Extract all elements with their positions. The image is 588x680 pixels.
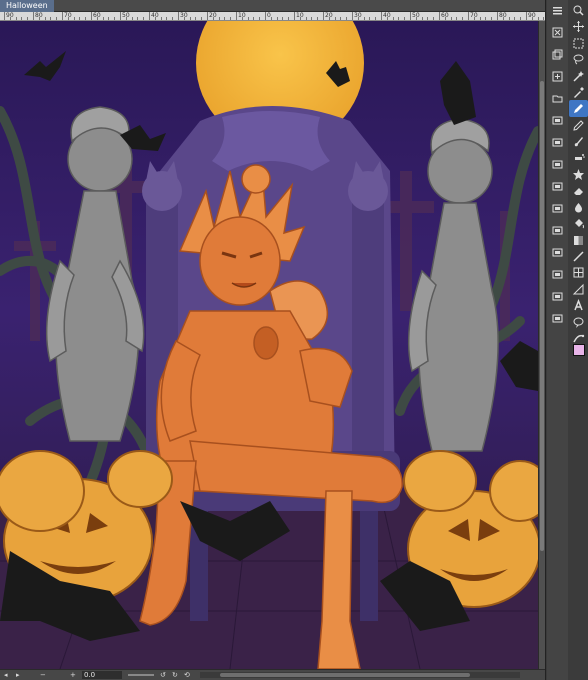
balloon-button[interactable] — [569, 314, 588, 331]
frame-button[interactable] — [569, 264, 588, 281]
decoration-icon — [573, 169, 584, 180]
new-layer-button[interactable] — [548, 68, 567, 85]
gradient-button[interactable] — [569, 232, 588, 249]
fill-icon — [575, 219, 584, 229]
layer-command-column — [547, 0, 568, 680]
layer-button[interactable] — [548, 200, 567, 217]
text-icon — [574, 299, 583, 311]
layer-icon — [552, 160, 563, 169]
layer-button[interactable] — [548, 244, 567, 261]
zoom-value-field[interactable]: 0.0 — [82, 671, 122, 679]
vertical-scrollbar-thumb[interactable] — [540, 81, 544, 551]
move-icon — [573, 21, 584, 33]
delete-layer-icon — [552, 27, 563, 38]
airbrush-icon — [575, 153, 585, 160]
eyedropper-icon — [574, 87, 584, 98]
halloween-artwork — [0, 21, 538, 669]
eyedropper-button[interactable] — [569, 84, 588, 101]
eraser-button[interactable] — [569, 182, 588, 199]
vertical-scrollbar[interactable] — [538, 21, 545, 669]
airbrush-button[interactable] — [569, 150, 588, 167]
zoom-icon — [573, 5, 584, 16]
balloon-icon — [573, 317, 584, 328]
paint-app-window: Halloween 90 80 70 60 50 40 30 20 10 0 10 20 30 40 50 6… — [0, 0, 588, 680]
layer-button[interactable] — [548, 222, 567, 239]
pencil-button[interactable] — [569, 117, 588, 134]
layer-button[interactable] — [548, 266, 567, 283]
layer-button[interactable] — [548, 310, 567, 327]
tool-palette — [545, 0, 588, 680]
eraser-icon — [574, 188, 583, 196]
horizontal-scrollbar-thumb[interactable] — [220, 673, 470, 677]
lasso-icon — [573, 54, 584, 65]
new-layer-icon — [552, 71, 563, 82]
layer-button[interactable] — [548, 288, 567, 305]
decoration-button[interactable] — [569, 166, 588, 183]
next-button[interactable]: ▸ — [16, 670, 20, 680]
layer-copy-button[interactable] — [548, 46, 567, 63]
layer-icon — [552, 116, 563, 125]
reset-rotation-button[interactable]: ⟲ — [184, 670, 190, 680]
ruler-button[interactable] — [569, 281, 588, 298]
layer-button[interactable] — [548, 134, 567, 151]
layer-icon — [552, 182, 563, 191]
status-bar: ◂ ▸ − + 0.0 ↺ ↻ ⟲ — [0, 669, 545, 680]
layer-button[interactable] — [548, 178, 567, 195]
layer-icon — [552, 248, 563, 257]
blend-icon — [575, 202, 582, 213]
rotate-left-button[interactable]: ↺ — [160, 670, 166, 680]
shape-icon — [573, 251, 584, 262]
lasso-button[interactable] — [569, 51, 588, 68]
zoom-out-button[interactable]: − — [40, 670, 46, 680]
layer-icon — [552, 226, 563, 235]
rotate-right-button[interactable]: ↻ — [172, 670, 178, 680]
shape-button[interactable] — [569, 248, 588, 265]
layer-icon — [552, 292, 563, 301]
delete-layer-button[interactable] — [548, 24, 567, 41]
zoom-slider[interactable] — [128, 674, 154, 676]
wand-icon — [573, 70, 584, 82]
select-icon — [573, 38, 584, 49]
layer-button[interactable] — [548, 156, 567, 173]
blend-button[interactable] — [569, 199, 588, 216]
brush-icon — [574, 137, 583, 147]
fill-button[interactable] — [569, 215, 588, 232]
menu-icon — [553, 7, 562, 15]
zoom-in-button[interactable]: + — [70, 670, 76, 680]
new-folder-button[interactable] — [548, 90, 567, 107]
zoom-button[interactable] — [569, 2, 588, 19]
drawing-canvas[interactable] — [0, 21, 538, 669]
pencil-icon — [573, 120, 584, 131]
layer-icon — [552, 204, 563, 213]
new-folder-icon — [552, 95, 563, 103]
layer-icon — [552, 314, 563, 323]
layer-button[interactable] — [548, 112, 567, 129]
ruler-icon — [572, 283, 584, 295]
select-button[interactable] — [569, 35, 588, 52]
menu-button[interactable] — [548, 2, 567, 19]
pen-tool-button[interactable] — [569, 100, 588, 118]
layer-icon — [552, 270, 563, 279]
main-color-swatch[interactable] — [573, 344, 585, 356]
pen-tool-icon — [574, 104, 583, 114]
document-tab-bar: Halloween — [0, 0, 545, 12]
prev-button[interactable]: ◂ — [4, 670, 8, 680]
gradient-icon — [574, 235, 583, 245]
document-tab[interactable]: Halloween — [0, 0, 54, 12]
text-button[interactable] — [569, 297, 588, 314]
horizontal-ruler: 90 80 70 60 50 40 30 20 10 0 10 20 30 40 50 60 70 80 90 — [0, 12, 545, 21]
move-button[interactable] — [569, 18, 588, 35]
layer-copy-icon — [552, 49, 563, 60]
brush-button[interactable] — [569, 133, 588, 150]
layer-icon — [552, 138, 563, 147]
frame-icon — [573, 267, 584, 278]
horizontal-scrollbar[interactable] — [200, 672, 520, 678]
wand-button[interactable] — [569, 68, 588, 85]
